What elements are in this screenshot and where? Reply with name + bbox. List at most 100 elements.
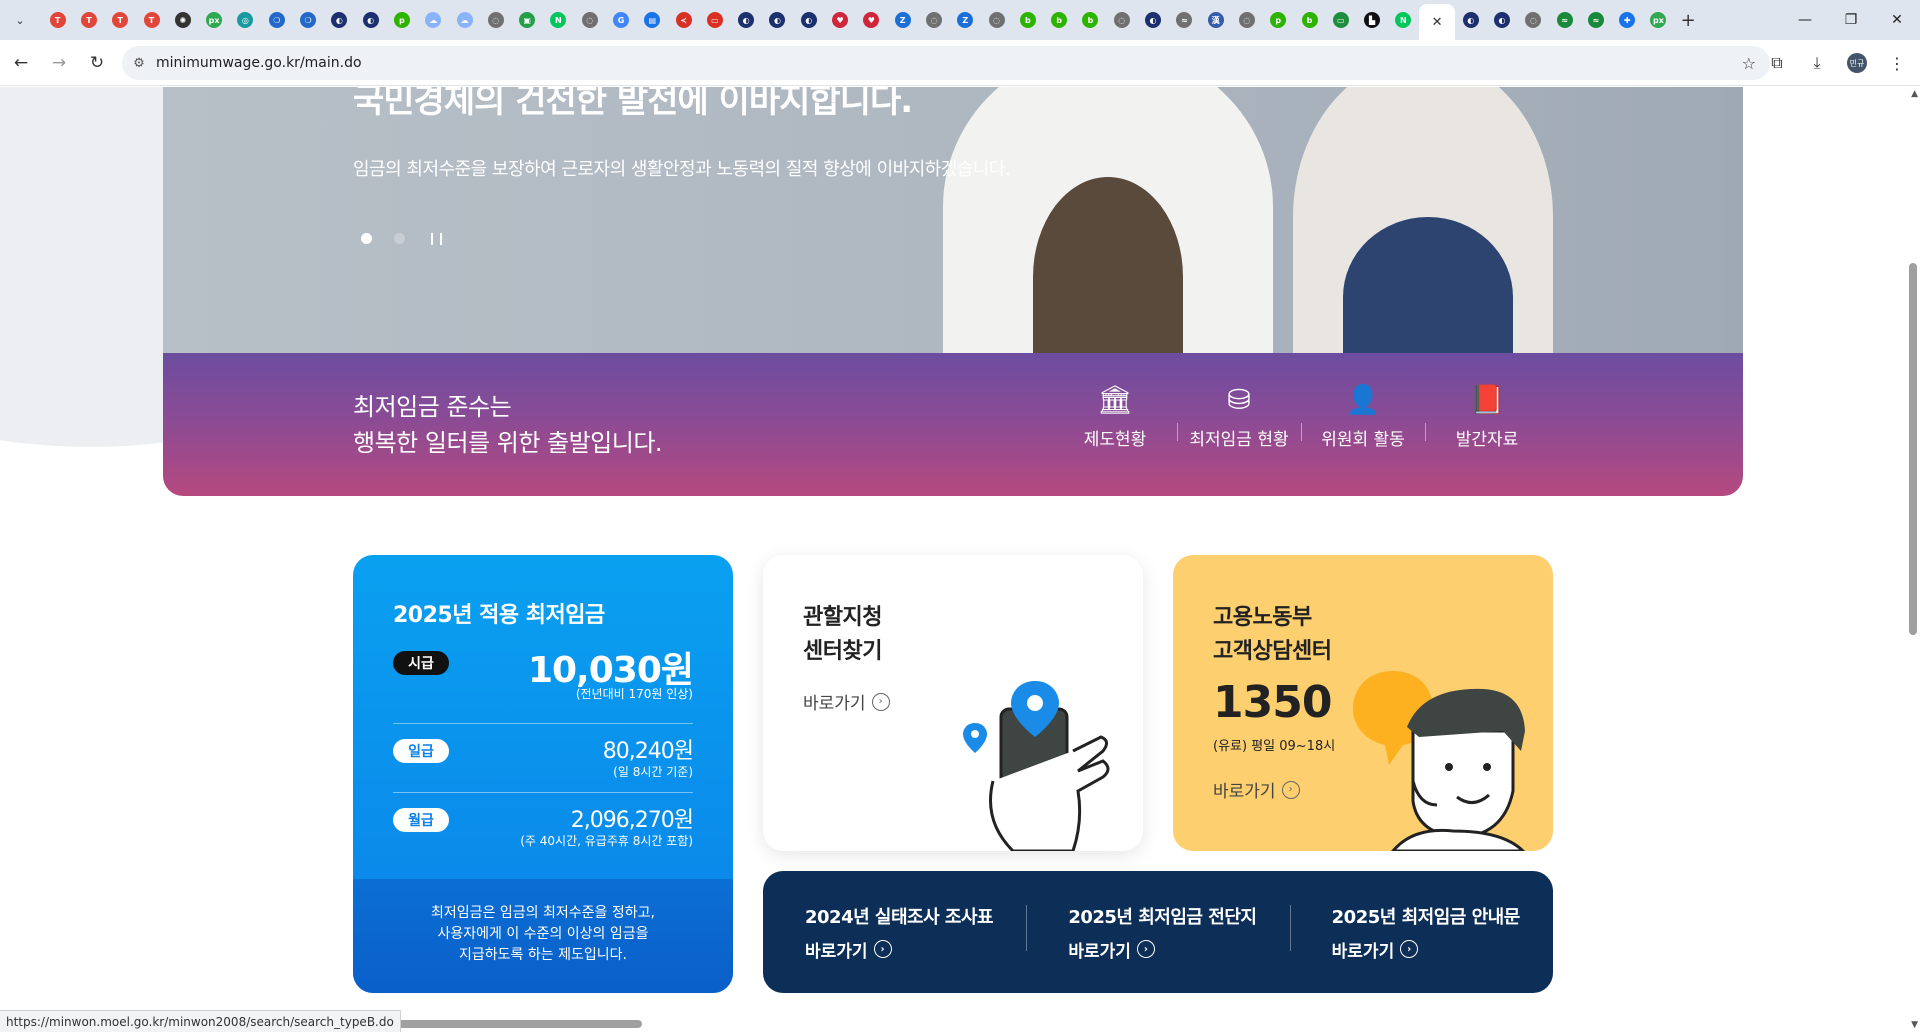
url-text[interactable]: minimumwage.go.kr/main.do — [156, 55, 362, 71]
band-item-publications[interactable]: 📕 발간자료 — [1425, 383, 1549, 450]
address-bar[interactable]: ⚙ minimumwage.go.kr/main.do ☆ — [122, 46, 1770, 80]
status-url-preview: https://minwon.moel.go.kr/minwon2008/sea… — [0, 1010, 401, 1032]
browser-tab[interactable]: ◐ — [1137, 4, 1168, 36]
browser-tab[interactable]: ❍ — [261, 4, 292, 36]
browser-tab[interactable]: ◌ — [918, 4, 949, 36]
browser-tab[interactable]: p — [1263, 4, 1294, 36]
quick-menu-band: 최저임금 준수는 행복한 일터를 위한 출발입니다. 🏛 제도현황 ⛁ 최저임금… — [163, 353, 1743, 496]
browser-tab[interactable]: ◐ — [355, 4, 386, 36]
call-center-link[interactable]: 바로가기 › — [1213, 777, 1300, 802]
browser-tab[interactable]: ◌ — [1106, 4, 1137, 36]
tab-strip: ⌄ T T T T ✺ px ◎ ❍ ❍ ◐ ◐ p ☁ ☁ ◌ ▣ N ◌ G ▤ ≺ ▭ ◐ ◐ ◐ ♥ ♥ Z ◌ Z ◌ b b b ◌ ◐ ≈… — [0, 0, 1920, 40]
browser-tab[interactable]: ≺ — [668, 4, 699, 36]
vertical-scrollbar-thumb[interactable] — [1909, 263, 1917, 635]
tab-close-icon[interactable]: ✕ — [1432, 15, 1443, 30]
window-close-icon[interactable]: ✕ — [1874, 0, 1920, 40]
browser-tab[interactable]: ▭ — [1325, 4, 1356, 36]
site-info-icon[interactable]: ⚙ — [122, 56, 156, 71]
browser-tab[interactable]: ◌ — [981, 4, 1012, 36]
pause-icon[interactable]: ❙❙ — [427, 231, 446, 245]
call-center-card[interactable]: 고용노동부 고객상담센터 1350 (유료) 평일 09~18시 바로가기 › — [1173, 555, 1553, 851]
bookmark-star-icon[interactable]: ☆ — [1742, 54, 1756, 73]
new-tab-button[interactable]: + — [1674, 10, 1702, 31]
browser-tab[interactable]: T — [105, 4, 136, 36]
browser-tab[interactable]: ◌ — [480, 4, 511, 36]
browser-tab[interactable]: ☁ — [449, 4, 480, 36]
browser-tab[interactable]: ◌ — [1518, 4, 1549, 36]
wave-icon: ≈ — [1556, 12, 1573, 28]
browser-tab[interactable]: b — [1294, 4, 1325, 36]
browser-tab[interactable]: Z — [950, 4, 981, 36]
browser-tab[interactable]: ❍ — [292, 4, 323, 36]
band-item-status[interactable]: ⛁ 최저임금 현황 — [1177, 383, 1301, 450]
forward-button[interactable]: → — [42, 46, 76, 80]
menu-kebab-icon[interactable]: ⋮ — [1880, 46, 1914, 80]
find-office-card[interactable]: 관할지청 센터찾기 바로가기 › — [763, 555, 1143, 851]
browser-tab[interactable]: Z — [887, 4, 918, 36]
browser-tab[interactable]: ≈ — [1549, 4, 1580, 36]
browser-tab[interactable]: px — [198, 4, 229, 36]
download-item-survey[interactable]: 2024년 실태조사 조사표 바로가기 › — [763, 903, 1026, 962]
browser-tab[interactable]: ▭ — [699, 4, 730, 36]
browser-tab[interactable]: T — [136, 4, 167, 36]
browser-tab[interactable]: ◐ — [1486, 4, 1517, 36]
browser-tab[interactable]: ◐ — [731, 4, 762, 36]
browser-tab[interactable]: N — [543, 4, 574, 36]
minimize-icon[interactable]: — — [1782, 0, 1828, 40]
download-item-flyer[interactable]: 2025년 최저임금 전단지 바로가기 › — [1026, 903, 1289, 962]
extensions-icon[interactable]: ⧉ — [1760, 46, 1794, 80]
download-link[interactable]: 바로가기 › — [1068, 937, 1289, 962]
band-item-system[interactable]: 🏛 제도현황 — [1053, 383, 1177, 450]
browser-tab[interactable]: ≈ — [1169, 4, 1200, 36]
browser-tab[interactable]: ◐ — [1455, 4, 1486, 36]
browser-tab[interactable]: ✺ — [167, 4, 198, 36]
browser-tab[interactable]: b — [1044, 4, 1075, 36]
tab-search-chevron-icon[interactable]: ⌄ — [6, 6, 34, 34]
profile-button[interactable]: 민규 — [1840, 46, 1874, 80]
globe-icon: ◌ — [1238, 12, 1255, 28]
browser-tab[interactable]: b — [1012, 4, 1043, 36]
hero-banner: 국민경제의 건전한 발전에 이바지합니다. 임금의 최저수준을 보장하여 근로자… — [163, 87, 1743, 353]
slide-dot-2[interactable] — [394, 232, 405, 244]
slide-dot-1[interactable] — [361, 232, 372, 244]
download-link[interactable]: 바로가기 › — [805, 937, 1026, 962]
browser-tab[interactable]: 漢 — [1200, 4, 1231, 36]
browser-tab[interactable]: ◎ — [230, 4, 261, 36]
scroll-up-icon[interactable]: ▲ — [1911, 89, 1918, 99]
horizontal-scrollbar[interactable] — [360, 1020, 642, 1028]
browser-tab[interactable]: b — [1075, 4, 1106, 36]
download-link-label: 바로가기 — [1068, 941, 1131, 962]
band-item-committee[interactable]: 👤 위원회 활동 — [1301, 383, 1425, 450]
wage-description: 최저임금은 임금의 최저수준을 정하고, 사용자에게 이 수준의 이상의 임금을… — [353, 879, 733, 993]
browser-tab[interactable]: ◌ — [1231, 4, 1262, 36]
browser-tab[interactable]: ✚ — [1612, 4, 1643, 36]
browser-tab[interactable]: ♥ — [856, 4, 887, 36]
red-heart-icon: ♥ — [832, 12, 849, 28]
browser-tab[interactable]: ◐ — [793, 4, 824, 36]
download-icon[interactable]: ⤓ — [1800, 46, 1834, 80]
reload-button[interactable]: ↻ — [80, 46, 114, 80]
back-button[interactable]: ← — [4, 46, 38, 80]
download-item-notice[interactable]: 2025년 최저임금 안내문 바로가기 › — [1289, 903, 1553, 962]
band-slogan: 최저임금 준수는 행복한 일터를 위한 출발입니다. — [353, 389, 663, 461]
browser-tab[interactable]: ▤ — [637, 4, 668, 36]
scroll-down-icon[interactable]: ▼ — [1911, 1020, 1918, 1030]
browser-tab[interactable]: px — [1643, 4, 1674, 36]
browser-tab[interactable]: ◌ — [574, 4, 605, 36]
browser-tab[interactable]: N — [1388, 4, 1419, 36]
browser-tab[interactable]: ✕ — [1419, 4, 1456, 40]
browser-tab[interactable]: ♥ — [824, 4, 855, 36]
restore-icon[interactable]: ❐ — [1828, 0, 1874, 40]
download-link[interactable]: 바로가기 › — [1332, 937, 1553, 962]
find-office-link[interactable]: 바로가기 › — [803, 689, 890, 714]
browser-tab[interactable]: p — [386, 4, 417, 36]
browser-tab[interactable]: ☁ — [418, 4, 449, 36]
browser-tab[interactable]: ≈ — [1580, 4, 1611, 36]
browser-tab[interactable]: ◐ — [324, 4, 355, 36]
browser-tab[interactable]: ▣ — [511, 4, 542, 36]
browser-tab[interactable]: T — [73, 4, 104, 36]
browser-tab[interactable]: T — [42, 4, 73, 36]
browser-tab[interactable]: G — [605, 4, 636, 36]
browser-tab[interactable]: ▙ — [1356, 4, 1387, 36]
browser-tab[interactable]: ◐ — [762, 4, 793, 36]
